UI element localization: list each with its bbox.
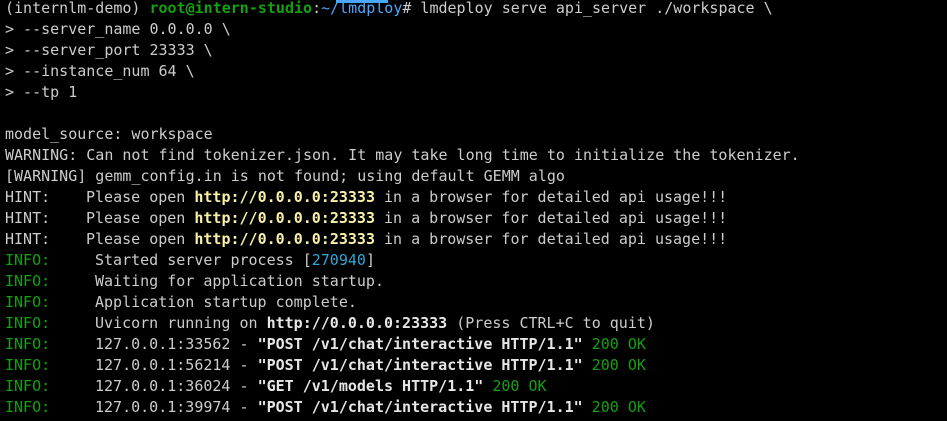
selection-mark [336,0,388,3]
prompt-separator: : [312,0,322,17]
info-waiting-line: INFO: Waiting for application startup. [5,271,947,292]
continuation-line: > --instance_num 64 \ [5,62,195,80]
info-label: INFO: [5,251,51,269]
info-uvicorn-line: INFO: Uvicorn running on http://0.0.0.0:2… [5,313,947,334]
hint-line: HINT: Please open http://0.0.0.0:23333 in… [5,208,947,229]
request-text: "POST /v1/chat/interactive HTTP/1.1" [257,335,583,353]
request-status: 200 OK [582,356,646,374]
hint-post: in a browser for detailed api usage!!! [375,188,728,206]
request-text: "POST /v1/chat/interactive HTTP/1.1" [257,398,583,416]
info-label: INFO: [5,272,51,290]
request-client: 127.0.0.1:36024 - [95,377,258,395]
info-waiting-text: Waiting for application startup. [95,272,384,290]
hint-label: HINT: [5,230,51,248]
request-client: 127.0.0.1:56214 - [95,356,258,374]
info-label: INFO: [5,398,51,416]
request-status: 200 OK [582,335,646,353]
warning-gemm-line: [WARNING] gemm_config.in is not found; u… [5,167,565,185]
uvicorn-url[interactable]: http://0.0.0.0:23333 [267,314,448,332]
hint-url[interactable]: http://0.0.0.0:23333 [194,230,375,248]
continuation-line: > --server_port 23333 \ [5,41,213,59]
info-label: INFO: [5,377,51,395]
info-label: INFO: [5,293,51,311]
continuation-line: > --server_name 0.0.0.0 \ [5,20,231,38]
terminal-window[interactable]: (internlm-demo) root@intern-studio:~/lmd… [0,0,947,421]
model-source-line: model_source: workspace [5,125,213,143]
request-status: 200 OK [483,377,547,395]
info-complete-line: INFO: Application startup complete. [5,292,947,313]
info-started-post: ] [365,251,375,269]
request-client: 127.0.0.1:39974 - [95,398,258,416]
warning-tokenizer-line: WARNING: Can not find tokenizer.json. It… [5,146,800,164]
info-started-line: INFO: Started server process [270940] [5,250,947,271]
request-status: 200 OK [582,398,646,416]
hint-pre: Please open [86,230,195,248]
request-log-line: INFO: 127.0.0.1:33562 - "POST /v1/chat/in… [5,334,947,355]
hint-post: in a browser for detailed api usage!!! [375,209,728,227]
info-label: INFO: [5,356,51,374]
info-started-pre: Started server process [ [95,251,312,269]
request-text: "GET /v1/models HTTP/1.1" [257,377,484,395]
info-uvicorn-post: (Press CTRL+C to quit) [447,314,655,332]
info-uvicorn-pre: Uvicorn running on [95,314,267,332]
hint-pre: Please open [86,209,195,227]
info-complete-text: Application startup complete. [95,293,357,311]
hint-label: HINT: [5,209,51,227]
request-client: 127.0.0.1:33562 - [95,335,258,353]
request-log-line: INFO: 127.0.0.1:56214 - "POST /v1/chat/in… [5,355,947,376]
process-id: 270940 [311,251,366,269]
request-text: "POST /v1/chat/interactive HTTP/1.1" [257,356,583,374]
request-log-line: INFO: 127.0.0.1:36024 - "GET /v1/models H… [5,376,947,397]
hint-line: HINT: Please open http://0.0.0.0:23333 in… [5,187,947,208]
hint-pre: Please open [86,188,195,206]
hint-url[interactable]: http://0.0.0.0:23333 [194,188,375,206]
conda-env: (internlm-demo) [5,0,141,17]
continuation-line: > --tp 1 [5,83,78,101]
command-text: lmdeploy serve api_server ./workspace \ [411,0,773,17]
hint-post: in a browser for detailed api usage!!! [375,230,728,248]
info-label: INFO: [5,335,51,353]
user-host: root@intern-studio [149,0,313,17]
prompt-line: (internlm-demo) root@intern-studio:~/lmd… [5,0,947,19]
hint-label: HINT: [5,188,51,206]
hint-line: HINT: Please open http://0.0.0.0:23333 in… [5,229,947,250]
info-label: INFO: [5,314,51,332]
hint-url[interactable]: http://0.0.0.0:23333 [194,209,375,227]
request-log-line: INFO: 127.0.0.1:39974 - "POST /v1/chat/in… [5,397,947,418]
